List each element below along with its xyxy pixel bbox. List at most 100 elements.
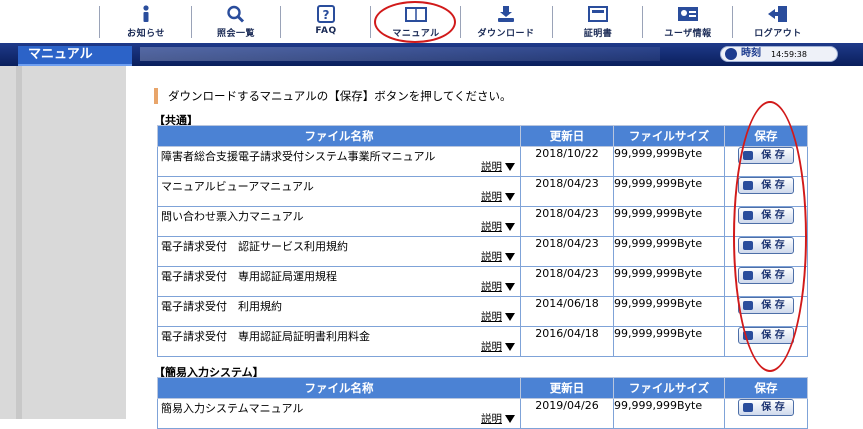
save-cell: 保 存 bbox=[724, 398, 808, 429]
download-icon bbox=[498, 6, 514, 22]
toolbar-divider bbox=[370, 6, 371, 38]
toolbar-divider bbox=[460, 6, 461, 38]
explain-link[interactable]: 説明 bbox=[481, 159, 515, 174]
svg-text:?: ? bbox=[323, 8, 330, 22]
certificate-icon bbox=[588, 6, 608, 22]
triangle-down-icon bbox=[505, 253, 515, 261]
file-name-cell: 電子請求受付 認証サービス利用規約説明 bbox=[157, 236, 521, 267]
toolbar-notice-label: お知らせ bbox=[127, 29, 165, 39]
file-name: 電子請求受付 利用規約 bbox=[161, 300, 282, 313]
explain-label: 説明 bbox=[481, 161, 502, 173]
triangle-down-icon bbox=[505, 343, 515, 351]
file-name-cell: 問い合わせ票入力マニュアル説明 bbox=[157, 206, 521, 237]
save-icon bbox=[743, 403, 753, 412]
file-name-cell: マニュアルビューアマニュアル説明 bbox=[157, 176, 521, 207]
table-row: 電子請求受付 利用規約 説明 2014/06/18 99,999,999Byte … bbox=[157, 296, 808, 327]
triangle-down-icon bbox=[505, 193, 515, 201]
explain-label: 説明 bbox=[481, 341, 502, 353]
file-name: マニュアルビューアマニュアル bbox=[161, 180, 314, 193]
toolbar-inquiry-list-label: 照会一覧 bbox=[216, 29, 255, 39]
save-button[interactable]: 保 存 bbox=[738, 399, 794, 416]
file-name: 問い合わせ票入力マニュアル bbox=[161, 210, 304, 223]
column-header-date: 更新日 bbox=[520, 377, 614, 399]
file-name-cell: 簡易入力システムマニュアル説明 bbox=[157, 398, 521, 429]
highlight-circle-save-column bbox=[733, 101, 807, 372]
triangle-down-icon bbox=[505, 163, 515, 171]
search-icon bbox=[227, 5, 245, 23]
toolbar-faq-button[interactable]: ? FAQ bbox=[282, 0, 370, 43]
explain-link[interactable]: 説明 bbox=[481, 249, 515, 264]
triangle-down-icon bbox=[505, 283, 515, 291]
column-header-date: 更新日 bbox=[520, 125, 614, 147]
file-name: 電子請求受付 認証サービス利用規約 bbox=[161, 240, 348, 253]
toolbar-certificate-label: 証明書 bbox=[583, 29, 613, 39]
file-name: 電子請求受付 専用認証局証明書利用料金 bbox=[161, 330, 370, 343]
column-header-size: ファイルサイズ bbox=[613, 125, 725, 147]
toolbar-certificate-button[interactable]: 証明書 bbox=[554, 0, 642, 43]
top-toolbar: お知らせ 照会一覧 ? FAQ マニュアル ダウンロード 証明書 ユーザ情報 ロ… bbox=[0, 0, 863, 43]
file-size: 99,999,999Byte bbox=[613, 146, 725, 177]
file-size: 99,999,999Byte bbox=[613, 266, 725, 297]
toolbar-faq-label: FAQ bbox=[315, 26, 337, 36]
table-row: 電子請求受付 専用認証局証明書利用料金 説明 2016/04/18 99,999,… bbox=[157, 326, 808, 357]
clock-badge: 時刻 14:59:38 bbox=[720, 46, 838, 62]
instruction-text: ダウンロードするマニュアルの【保存】ボタンを押してください。 bbox=[154, 88, 512, 104]
column-header-size: ファイルサイズ bbox=[613, 377, 725, 399]
explain-label: 説明 bbox=[481, 221, 502, 233]
explain-label: 説明 bbox=[481, 191, 502, 203]
table-row: 問い合わせ票入力マニュアル説明 2018/04/23 99,999,999Byt… bbox=[157, 206, 808, 237]
explain-label: 説明 bbox=[481, 311, 502, 323]
table-row: 簡易入力システムマニュアル 説明 2019/04/26 99,999,999Byt… bbox=[157, 398, 808, 429]
toolbar-logout-button[interactable]: ログアウト bbox=[734, 0, 822, 43]
update-date: 2018/04/23 bbox=[520, 206, 614, 237]
page-title: マニュアル bbox=[18, 46, 132, 66]
triangle-down-icon bbox=[505, 223, 515, 231]
toolbar-notice-button[interactable]: お知らせ bbox=[102, 0, 190, 43]
explain-link[interactable]: 説明 bbox=[481, 339, 515, 354]
file-size: 99,999,999Byte bbox=[613, 296, 725, 327]
table-header-row: ファイル名称 更新日 ファイルサイズ 保存 bbox=[157, 125, 808, 147]
file-name-cell: 電子請求受付 専用認証局運用規程 説明 bbox=[157, 266, 521, 297]
table-header-row: ファイル名称 更新日 ファイルサイズ 保存 bbox=[157, 377, 808, 399]
title-bar: マニュアル 時刻 14:59:38 bbox=[0, 43, 863, 66]
toolbar-logout-label: ログアウト bbox=[754, 29, 802, 39]
table-row: マニュアルビューアマニュアル 説明 2018/04/23 99,999,999By… bbox=[157, 176, 808, 207]
explain-link[interactable]: 説明 bbox=[481, 189, 515, 204]
update-date: 2019/04/26 bbox=[520, 398, 614, 429]
table-row: 障害者総合支援電子請求受付システム事業所マニュアル 説明 2018/10/22 9… bbox=[157, 146, 808, 177]
update-date: 2018/04/23 bbox=[520, 236, 614, 267]
highlight-circle-manual bbox=[374, 1, 456, 43]
toolbar-download-label: ダウンロード bbox=[477, 29, 535, 39]
clock-label: 時刻 bbox=[741, 48, 761, 59]
toolbar-user-info-button[interactable]: ユーザ情報 bbox=[644, 0, 732, 43]
toolbar-inquiry-list-button[interactable]: 照会一覧 bbox=[192, 0, 280, 43]
update-date: 2018/10/22 bbox=[520, 146, 614, 177]
file-size: 99,999,999Byte bbox=[613, 326, 725, 357]
toolbar-divider bbox=[552, 6, 553, 38]
toolbar-divider bbox=[99, 6, 100, 38]
left-sidebar bbox=[0, 66, 126, 419]
clock-time: 14:59:38 bbox=[771, 50, 807, 59]
toolbar-divider bbox=[732, 6, 733, 38]
toolbar-divider bbox=[642, 6, 643, 38]
column-header-name: ファイル名称 bbox=[157, 377, 521, 399]
manual-table-common: ファイル名称 更新日 ファイルサイズ 保存 障害者総合支援電子請求受付システム事… bbox=[157, 125, 808, 357]
file-size: 99,999,999Byte bbox=[613, 176, 725, 207]
file-name-cell: 障害者総合支援電子請求受付システム事業所マニュアル 説明 bbox=[157, 146, 521, 177]
table-row: 電子請求受付 認証サービス利用規約説明 2018/04/23 99,999,99… bbox=[157, 236, 808, 267]
file-name: 簡易入力システムマニュアル bbox=[161, 402, 304, 415]
toolbar-user-info-label: ユーザ情報 bbox=[664, 29, 712, 39]
left-sidebar-rail bbox=[16, 66, 22, 419]
explain-link[interactable]: 説明 bbox=[481, 279, 515, 294]
save-label: 保 存 bbox=[761, 402, 785, 413]
file-size: 99,999,999Byte bbox=[613, 206, 725, 237]
file-size: 99,999,999Byte bbox=[613, 236, 725, 267]
toolbar-download-button[interactable]: ダウンロード bbox=[462, 0, 550, 43]
explain-link[interactable]: 説明 bbox=[481, 309, 515, 324]
column-header-name: ファイル名称 bbox=[157, 125, 521, 147]
toolbar-divider bbox=[280, 6, 281, 38]
explain-link[interactable]: 説明 bbox=[481, 219, 515, 234]
explain-label: 説明 bbox=[481, 413, 502, 425]
manual-table-simple-input: ファイル名称 更新日 ファイルサイズ 保存 簡易入力システムマニュアル説明 20… bbox=[157, 377, 808, 429]
logout-icon bbox=[768, 6, 787, 22]
